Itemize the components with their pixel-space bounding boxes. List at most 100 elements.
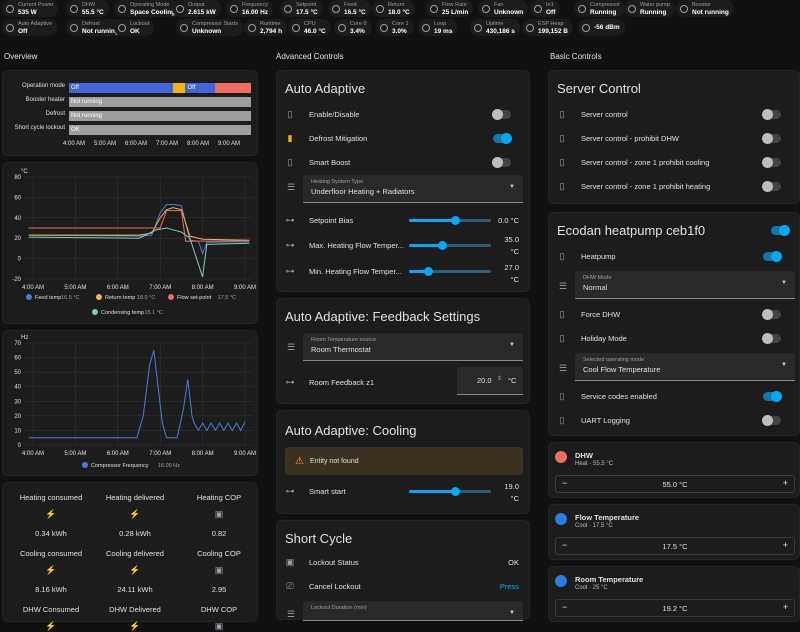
history-timeline-card[interactable]: Operation mode Off Off Booster heater Not ru… [2,70,258,156]
legend-label[interactable]: Return temp [105,295,135,301]
service-codes-row[interactable]: ▯ Service codes enabled [557,387,791,405]
status-chip[interactable]: ESP Heap 199,152 B [522,19,573,36]
status-chip[interactable]: Feed 16.5 °C [328,0,371,17]
status-chip[interactable]: Compressor Starts Unknown [176,19,243,36]
status-chip[interactable]: Lockout OK [114,19,155,36]
uart-row[interactable]: ▯ UART Logging [557,411,791,429]
room-feedback-input[interactable]: 20.0 ⇕ °C [457,367,523,395]
status-chip[interactable]: Compressor Running [574,0,625,17]
status-chip[interactable]: In1 Off [530,0,561,17]
status-chip[interactable]: Runtime 2,794 h [244,19,288,36]
temperature-chart-card[interactable]: °C -20 0 20 40 60 80 4:00 AM 5:00 AM 6:00 AM 7:00 … [2,162,258,324]
timeline-segment[interactable]: Not running [69,97,251,107]
timeline-segment[interactable] [214,83,251,93]
heatpump-row[interactable]: ▯ Heatpump [557,247,791,265]
server-control-toggle[interactable] [762,132,781,144]
max-flow-slider[interactable] [409,241,491,250]
increase-button[interactable]: + [783,602,788,612]
smart-boost-toggle[interactable] [492,156,511,168]
status-chip[interactable]: Fan Unknown [478,0,529,17]
status-chip[interactable]: Core 1 3.0% [376,19,414,36]
status-chip[interactable]: Core 0 3.4% [334,19,372,36]
status-chip[interactable]: CPU 46.0 °C [288,19,331,36]
thermostat-icon[interactable] [555,451,567,463]
series-line[interactable] [28,350,246,439]
status-chip[interactable]: Uptime 430,186 s [470,19,520,36]
status-chip[interactable]: Flow Rate 25 L/min [426,0,474,17]
enable-row[interactable]: ▯ Enable/Disable [285,105,521,123]
thermostat-icon[interactable] [555,575,567,587]
phone-icon: ▯ [559,156,565,167]
service-codes-toggle[interactable] [763,390,782,402]
server-control-row[interactable]: ▯ Server control [557,105,791,123]
y-axis-unit: Hz [21,335,28,341]
server-control-row[interactable]: ▯ Server control - zone 1 prohibit heatin… [557,177,791,195]
min-flow-unit: °C [510,275,519,284]
status-chip[interactable]: Current Power 535 W [2,0,59,17]
defrost-row[interactable]: ▮ Defrost Mitigation [285,129,521,147]
increase-button[interactable]: + [783,478,788,488]
server-control-row[interactable]: ▯ Server control - prohibit DHW [557,129,791,147]
server-control-toggle[interactable] [762,180,781,192]
cancel-lockout-button[interactable]: Press [500,582,519,591]
legend-label[interactable]: Condensing temp [101,310,144,316]
enable-toggle[interactable] [492,108,511,120]
timeline-segment[interactable]: OK [69,125,251,135]
server-control-row[interactable]: ▯ Server control - zone 1 prohibit coolin… [557,153,791,171]
status-chip[interactable]: Output 2.615 kW [172,0,221,17]
status-chip[interactable]: Water pump Running [624,0,675,17]
series-line[interactable] [28,207,250,241]
smart-start-slider[interactable] [409,487,491,496]
operating-mode-select[interactable]: Selected operating mode Cool Flow Temper… [575,353,795,381]
frequency-chart-card[interactable]: Hz 0 10 20 30 40 50 60 70 4:00 AM 5:00 AM 6:00 AM 7:… [2,330,258,476]
force-dhw-row[interactable]: ▯ Force DHW [557,305,791,323]
min-flow-slider[interactable] [409,267,491,276]
uart-toggle[interactable] [762,414,781,426]
lockout-duration-select[interactable]: Lockout Duration (min) ▼ [303,601,523,621]
chip-label: Auto Adaptive [18,20,52,27]
force-dhw-toggle[interactable] [762,308,781,320]
server-control-toggle[interactable] [762,156,781,168]
legend-label[interactable]: Compressor Frequency [91,463,149,469]
legend-label[interactable]: Flow set-point [177,295,212,301]
status-chip[interactable]: Operating Mode Space Cooling [114,0,181,17]
timeline-segment[interactable] [172,83,186,93]
status-chip[interactable]: Auto Adaptive Off [2,19,57,36]
ecodan-master-toggle[interactable] [771,225,790,236]
status-chip[interactable]: DHW 55.5 °C [66,0,109,17]
timeline-segment[interactable]: Not running [69,111,251,121]
series-line[interactable] [28,210,250,242]
status-chip[interactable]: Booster Not running [676,0,734,17]
series-line[interactable] [28,204,250,255]
setpoint-bias-slider[interactable] [409,216,491,225]
frequency-chart[interactable]: Hz 0 10 20 30 40 50 60 70 4:00 AM 5:00 AM 6:00 AM 7:… [3,331,259,477]
timeline-segment[interactable]: Off [69,83,173,93]
timeline-segment[interactable]: Off [185,83,215,93]
status-chip[interactable]: -56 dBm [578,19,625,36]
spinner-icon[interactable]: ⇕ [497,375,502,382]
chip-value: Not running [692,8,729,16]
dhw-mode-select[interactable]: DHW Mode Normal ▼ [575,271,795,299]
server-control-toggle[interactable] [762,108,781,120]
legend-label[interactable]: Feed temp [35,295,61,301]
status-chip[interactable]: Loop 19 ms [418,19,458,36]
smart-boost-row[interactable]: ▯ Smart Boost [285,153,521,171]
lockout-status-row: ▣ Lockout Status OK [285,553,521,571]
holiday-toggle[interactable] [762,332,781,344]
status-chip[interactable]: Setpoint 17.5 °C [280,0,323,17]
status-chip[interactable]: Frequency 16.00 Hz [226,0,274,17]
timeline-tick-label: 6:00 AM [125,141,148,147]
y-tick-label: 60 [14,195,21,201]
max-flow-value: 35.0 [504,235,519,244]
holiday-row[interactable]: ▯ Holiday Mode [557,329,791,347]
thermostat-icon[interactable] [555,513,567,525]
timeline-row-label: Operation mode [21,83,65,89]
list-icon: ☰ [559,281,568,291]
increase-button[interactable]: + [783,540,788,550]
temperature-chart[interactable]: °C -20 0 20 40 60 80 4:00 AM 5:00 AM 6:00 AM 7:00 … [3,163,259,325]
heatpump-toggle[interactable] [763,250,782,262]
status-chip[interactable]: Return 18.0 °C [372,0,415,17]
heating-system-select[interactable]: Heating System Type Underfloor Heating +… [303,175,523,203]
room-temp-source-select[interactable]: Room Temperature source Room Thermostat … [303,333,523,361]
defrost-toggle[interactable] [493,132,512,144]
